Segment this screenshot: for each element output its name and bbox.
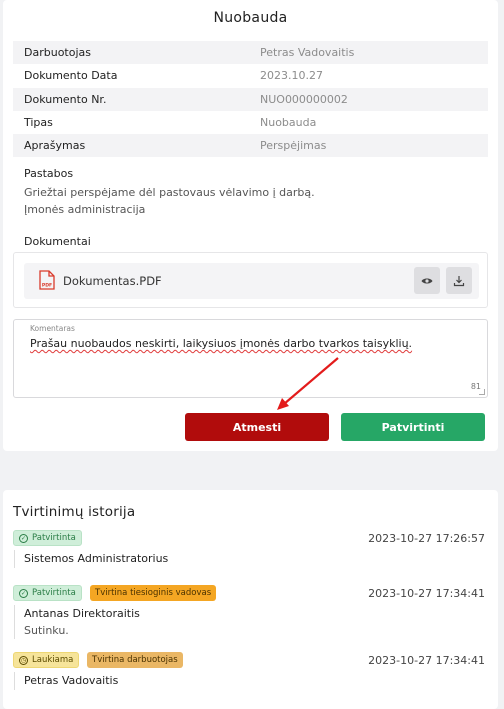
status-badge-approved: ✓ Patvirtinta	[13, 585, 82, 601]
status-badge-pending: ◷ Laukiama	[13, 652, 80, 668]
documents-label: Dokumentai	[24, 235, 91, 248]
info-value: Perspėjimas	[260, 139, 327, 152]
info-row-type: Tipas Nuobauda	[13, 111, 488, 134]
check-circle-icon: ✓	[19, 588, 28, 598]
comment-label: Komentaras	[30, 324, 75, 333]
page-title: Nuobauda	[213, 10, 288, 26]
documents-box: PDF Dokumentas.PDF	[13, 252, 488, 308]
penalty-card: Nuobauda Darbuotojas Petras Vadovaitis D…	[3, 0, 498, 451]
badge-text: Patvirtinta	[32, 588, 76, 598]
badge-text: Laukiama	[32, 655, 74, 665]
eye-icon	[421, 277, 433, 284]
notes-label: Pastabos	[24, 167, 74, 180]
history-comment: Sutinku.	[24, 624, 69, 637]
role-badge: Tvirtina darbuotojas	[87, 652, 183, 668]
pdf-file-icon: PDF	[39, 270, 55, 290]
info-row-doc-number: Dokumento Nr. NUO000000002	[13, 88, 488, 111]
clock-icon: ◷	[19, 655, 28, 665]
check-circle-icon: ✓	[19, 533, 28, 543]
history-timestamp: 2023-10-27 17:34:41	[368, 654, 485, 667]
comment-field[interactable]: Komentaras Prašau nuobaudos neskirti, la…	[13, 319, 488, 398]
pdf-icon-label: PDF	[42, 283, 52, 289]
history-approver-name: Antanas Direktoraitis	[24, 607, 140, 620]
approval-history-card: Tvirtinimų istorija ✓ Patvirtinta 2023-10…	[3, 490, 498, 709]
info-label: Darbuotojas	[24, 46, 91, 59]
download-icon	[453, 275, 465, 286]
note-line: Įmonės administracija	[24, 203, 146, 216]
history-divider	[14, 605, 15, 639]
document-name[interactable]: Dokumentas.PDF	[63, 274, 162, 288]
info-label: Aprašymas	[24, 139, 86, 152]
resize-handle[interactable]	[479, 389, 485, 395]
history-approver-name: Petras Vadovaitis	[24, 674, 119, 687]
history-timestamp: 2023-10-27 17:26:57	[368, 532, 485, 545]
info-row-date: Dokumento Data 2023.10.27	[13, 64, 488, 87]
info-label: Dokumento Data	[24, 69, 118, 82]
info-row-description: Aprašymas Perspėjimas	[13, 134, 488, 157]
history-divider	[14, 672, 15, 690]
document-item: PDF Dokumentas.PDF	[24, 263, 479, 299]
view-document-button[interactable]	[414, 267, 440, 294]
status-badge-approved: ✓ Patvirtinta	[13, 530, 82, 546]
info-label: Tipas	[24, 116, 53, 129]
info-row-employee: Darbuotojas Petras Vadovaitis	[13, 41, 488, 64]
comment-input[interactable]: Prašau nuobaudos neskirti, laikysiuos įm…	[30, 337, 412, 350]
download-document-button[interactable]	[446, 267, 472, 294]
reject-button[interactable]: Atmesti	[185, 413, 329, 441]
history-timestamp: 2023-10-27 17:34:41	[368, 587, 485, 600]
note-line: Griežtai perspėjame dėl pastovaus vėlavi…	[24, 186, 315, 199]
history-divider	[14, 550, 15, 568]
history-title: Tvirtinimų istorija	[13, 504, 136, 520]
approve-button[interactable]: Patvirtinti	[341, 413, 485, 441]
info-value: NUO000000002	[260, 93, 348, 106]
info-value: Nuobauda	[260, 116, 317, 129]
role-badge: Tvirtina tiesioginis vadovas	[90, 585, 217, 601]
history-approver-name: Sistemos Administratorius	[24, 552, 169, 565]
info-value: Petras Vadovaitis	[260, 46, 355, 59]
badge-text: Patvirtinta	[32, 533, 76, 543]
info-label: Dokumento Nr.	[24, 93, 107, 106]
info-value: 2023.10.27	[260, 69, 323, 82]
